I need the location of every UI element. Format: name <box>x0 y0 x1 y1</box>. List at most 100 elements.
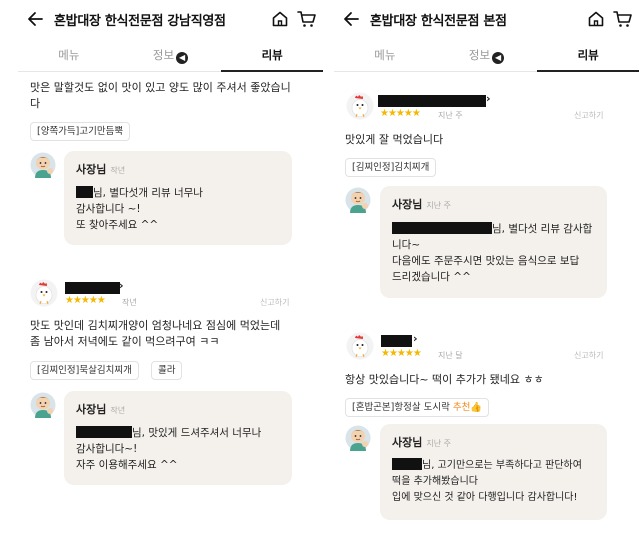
redacted-nickname <box>381 335 412 347</box>
report-link[interactable]: 신고하기 <box>574 110 603 121</box>
reply-body: 님, 별다섯개 리뷰 너무나 감사합니다 ~! 또 찾아주세요 ^^ <box>76 185 286 233</box>
reply-author: 사장님 작년 <box>76 401 125 417</box>
review-date: 작년 <box>122 298 137 307</box>
owner-avatar-icon <box>345 425 371 451</box>
review-date: 지난 달 <box>438 351 463 360</box>
star-rating: ★★★★★ <box>65 295 106 306</box>
review-text-line: 맛도 맛인데 김치찌개양이 엄청나네요 점심에 먹었는데 <box>30 319 281 332</box>
cart-icon[interactable] <box>613 10 633 28</box>
menu-tag-label: [혼밥곤본]항정살 도시락 <box>352 402 450 413</box>
chevron-right-icon[interactable]: › <box>486 92 491 105</box>
info-icon: ◀ <box>492 52 505 64</box>
tab-menu-label: 메뉴 <box>374 48 396 62</box>
chicken-avatar-icon <box>346 332 374 360</box>
reply-line-text: 님, 고기만으로는 부족하다고 판단하여 <box>422 460 582 471</box>
reply-line: 입에 맞으신 것 같아 다행입니다 감사합니다! <box>392 492 578 503</box>
menu-tag: [양쪽가득]고기만듬뿍 <box>30 122 131 141</box>
tab-review[interactable]: 리뷰 <box>537 38 639 72</box>
tab-review-label: 리뷰 <box>261 48 283 62</box>
reply-date: 작년 <box>110 166 126 175</box>
redacted-nickname <box>392 222 492 234</box>
store-title: 혼밥대장 한식전문점 본점 <box>370 14 507 29</box>
review-text: 맛은 말할것도 없이 맛이 있고 양도 많이 주셔서 좋았습니 다 <box>30 80 320 112</box>
tab-menu[interactable]: 메뉴 <box>334 38 436 71</box>
tab-info-label: 정보 <box>468 48 491 62</box>
redacted-nickname <box>65 282 120 294</box>
reply-author-label: 사장님 <box>392 198 423 211</box>
reply-line: 니다~ <box>392 239 421 251</box>
chevron-right-icon[interactable]: › <box>119 279 124 292</box>
review-text-line: 좀 남아서 저녁에도 같이 먹으려구여 ㅋㅋ <box>30 335 220 348</box>
reply-author-label: 사장님 <box>76 403 107 416</box>
owner-avatar-icon <box>345 187 371 213</box>
reply-date: 지난 주 <box>426 201 451 210</box>
tab-menu[interactable]: 메뉴 <box>18 38 120 71</box>
tab-review-label: 리뷰 <box>577 48 599 62</box>
reply-line: 님, 고기만으로는 부족하다고 판단하여 <box>392 458 606 474</box>
info-icon: ◀ <box>176 52 189 64</box>
right-screen: 혼밥대장 한식전문점 본점 메뉴 정보 ◀ 리뷰 › ★★★★★ 지난 주 신고하… <box>334 0 639 533</box>
reply-body: 님, 별다섯 리뷰 감사합 니다~ 다음에도 주문주시면 맛있는 음식으로 보답… <box>392 221 604 285</box>
home-icon[interactable] <box>587 10 605 28</box>
chevron-right-icon[interactable]: › <box>413 332 418 345</box>
back-arrow-icon[interactable] <box>342 10 360 28</box>
reply-body: 님, 맛있게 드셔주셔서 너무나 감사합니다~! 자주 이용해주세요 ^^ <box>76 425 290 473</box>
reply-author-label: 사장님 <box>76 163 107 176</box>
redacted-nickname <box>76 426 132 438</box>
owner-avatar-icon <box>30 152 56 178</box>
reply-author-label: 사장님 <box>392 436 423 449</box>
tab-bar: 메뉴 정보 ◀ 리뷰 <box>18 38 323 72</box>
owner-reply: 사장님 지난 주 님, 별다섯 리뷰 감사합 니다~ 다음에도 주문주시면 맛있는… <box>380 186 607 298</box>
reply-author: 사장님 지난 주 <box>392 196 451 212</box>
review-text: 맛있게 잘 먹었습니다 <box>345 133 444 146</box>
review-text: 맛도 맛인데 김치찌개양이 엄청나네요 점심에 먹었는데 좀 남아서 저녁에도 … <box>30 318 320 350</box>
menu-tag: [김찌인정]묵살김치찌개 <box>30 361 139 380</box>
reply-line: 님, 별다섯 리뷰 감사합 <box>392 221 604 237</box>
tab-info[interactable]: 정보 ◀ <box>436 38 538 71</box>
reply-line: 님, 맛있게 드셔주셔서 너무나 <box>76 425 290 441</box>
owner-reply: 사장님 작년 님, 별다섯개 리뷰 너무나 감사합니다 ~! 또 찾아주세요 ^^ <box>64 151 292 245</box>
review-date: 지난 주 <box>438 111 463 120</box>
redacted-nickname <box>76 186 93 198</box>
back-arrow-icon[interactable] <box>26 10 44 28</box>
star-rating: ★★★★★ <box>380 108 421 119</box>
reply-line: 또 찾아주세요 ^^ <box>76 219 159 231</box>
store-title: 혼밥대장 한식전문점 강남직영점 <box>54 14 226 29</box>
tab-info[interactable]: 정보 ◀ <box>120 38 222 71</box>
tab-menu-label: 메뉴 <box>58 48 80 62</box>
redacted-nickname <box>378 95 486 107</box>
reply-line-text: 님, 맛있게 드셔주셔서 너무나 <box>132 427 262 439</box>
reply-date: 지난 주 <box>426 439 451 448</box>
review-text-line: 맛은 말할것도 없이 맛이 있고 양도 많이 주셔서 좋았습니 <box>30 81 291 94</box>
reply-line-text: 님, 별다섯 리뷰 감사합 <box>492 223 593 235</box>
menu-tag: [혼밥곤본]항정살 도시락 추천👍 <box>345 398 490 417</box>
cart-icon[interactable] <box>297 10 317 28</box>
owner-reply: 사장님 지난 주 님, 고기만으로는 부족하다고 판단하여 떡을 추가해봤습니다 … <box>380 424 607 520</box>
chicken-avatar-icon <box>30 279 58 307</box>
review-text-line: 다 <box>30 97 41 110</box>
reply-author: 사장님 지난 주 <box>392 434 451 450</box>
recommend-label: 추천👍 <box>452 402 483 413</box>
reply-line: 감사합니다~! <box>76 443 138 455</box>
left-screen: 혼밥대장 한식전문점 강남직영점 메뉴 정보 ◀ 리뷰 맛은 말할것도 없이 맛이… <box>18 0 323 533</box>
redacted-nickname <box>392 458 422 470</box>
reply-line: 자주 이용해주세요 ^^ <box>76 459 178 471</box>
reply-body: 님, 고기만으로는 부족하다고 판단하여 떡을 추가해봤습니다 입에 맞으신 것… <box>392 458 606 506</box>
owner-avatar-icon <box>30 392 56 418</box>
report-link[interactable]: 신고하기 <box>574 350 603 361</box>
reply-line: 드리겠습니다 ^^ <box>392 271 471 283</box>
reply-line: 떡을 추가해봤습니다 <box>392 476 478 487</box>
top-bar: 혼밥대장 한식전문점 강남직영점 <box>18 0 323 38</box>
home-icon[interactable] <box>271 10 289 28</box>
star-rating: ★★★★★ <box>381 348 422 359</box>
menu-tag: 콜라 <box>151 361 183 380</box>
tab-review[interactable]: 리뷰 <box>221 38 323 72</box>
reply-author: 사장님 작년 <box>76 161 125 177</box>
reply-line: 감사합니다 ~! <box>76 203 141 215</box>
report-link[interactable]: 신고하기 <box>260 297 289 308</box>
review-text: 항상 맛있습니다~ 떡이 추가가 됐네요 ㅎㅎ <box>345 373 544 386</box>
tab-info-label: 정보 <box>152 48 175 62</box>
reply-line: 님, 별다섯개 리뷰 너무나 <box>76 185 286 201</box>
reply-line: 다음에도 주문주시면 맛있는 음식으로 보답 <box>392 255 580 267</box>
reply-date: 작년 <box>110 406 126 415</box>
